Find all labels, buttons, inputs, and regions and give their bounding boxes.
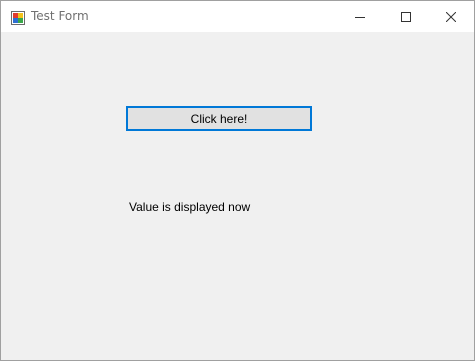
title-bar[interactable]: Test Form xyxy=(1,1,474,32)
window-title: Test Form xyxy=(31,9,89,23)
minimize-icon xyxy=(355,7,365,26)
minimize-button[interactable] xyxy=(337,1,383,32)
form-client-area: Click here! Value is displayed now xyxy=(1,32,474,360)
test-form-window: Test Form Click here! Value is displayed… xyxy=(0,0,475,361)
click-here-button[interactable]: Click here! xyxy=(126,106,312,131)
close-button[interactable] xyxy=(428,1,474,32)
maximize-button[interactable] xyxy=(383,1,429,32)
app-icon[interactable] xyxy=(11,10,25,25)
close-icon xyxy=(445,7,457,26)
value-label: Value is displayed now xyxy=(129,200,251,214)
maximize-icon xyxy=(401,7,411,26)
